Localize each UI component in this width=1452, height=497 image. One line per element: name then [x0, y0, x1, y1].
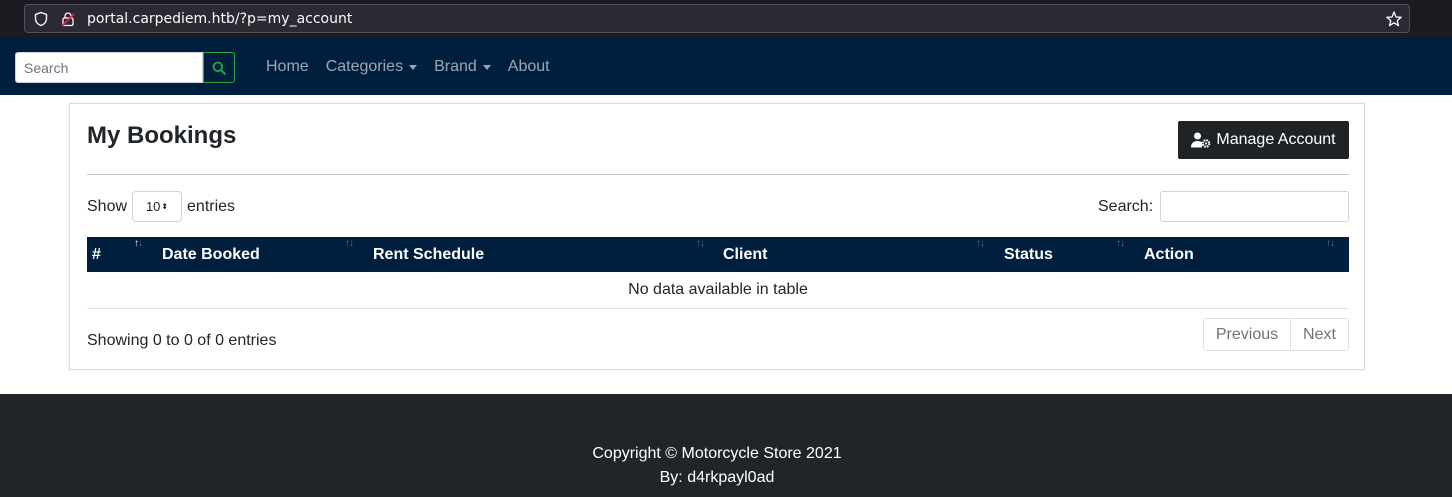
footer-author: By: d4rkpayl0ad	[659, 469, 775, 486]
pagination: Previous Next	[1203, 318, 1349, 351]
browser-toolbar: portal.carpediem.htb/?p=my_account	[0, 0, 1452, 38]
empty-table-row: No data available in table	[87, 272, 1349, 309]
search-icon	[212, 61, 226, 75]
column-header-rent-schedule[interactable]: Rent Schedule	[373, 237, 723, 272]
entries-label: entries	[187, 197, 236, 215]
table-info: Showing 0 to 0 of 0 entries	[87, 332, 277, 349]
sort-arrows-icon: ↑↓	[696, 238, 705, 249]
manage-account-button[interactable]: Manage Account	[1178, 121, 1349, 159]
show-label: Show	[87, 197, 128, 215]
page-length-select[interactable]: 10 ⬍	[132, 191, 183, 222]
column-header-date-booked[interactable]: Date Booked	[162, 237, 372, 272]
table-search-label: Search:	[1098, 197, 1154, 215]
column-header-client[interactable]: Client	[723, 237, 1003, 272]
sort-arrows-icon: ↑↓	[134, 238, 143, 249]
nav-categories-dropdown[interactable]: Categories	[326, 58, 418, 76]
bookmark-star-icon[interactable]	[1385, 10, 1403, 28]
nav-about[interactable]: About	[508, 58, 550, 76]
nav-brand-dropdown[interactable]: Brand	[434, 58, 491, 76]
table-header: # ↑↓ Date Booked ↑↓ Rent Schedule ↑↓ Cli…	[87, 237, 1349, 272]
select-arrows-icon: ⬍	[161, 202, 169, 211]
sort-arrows-icon: ↑↓	[976, 238, 985, 249]
top-navbar: Home Categories Brand About	[0, 38, 1452, 95]
page-footer: Copyright © Motorcycle Store 2021 By: d4…	[0, 394, 1452, 497]
column-header-action[interactable]: Action	[1144, 237, 1349, 272]
next-page-button[interactable]: Next	[1291, 318, 1349, 351]
user-cog-icon	[1191, 132, 1211, 148]
shield-icon[interactable]	[33, 11, 49, 27]
nav-home[interactable]: Home	[266, 58, 309, 76]
site-search-input[interactable]	[15, 52, 203, 83]
length-control: Show 10 ⬍ entries	[87, 191, 235, 222]
previous-page-button[interactable]: Previous	[1203, 318, 1291, 351]
caret-down-icon	[409, 64, 418, 70]
footer-copyright: Copyright © Motorcycle Store 2021	[592, 445, 842, 462]
caret-down-icon	[482, 64, 491, 70]
column-header-number[interactable]: #	[92, 237, 162, 272]
sort-arrows-icon: ↑↓	[1326, 238, 1335, 249]
table-filter: Search:	[1098, 191, 1350, 222]
bookings-card: My Bookings Manage Account Show 10 ⬍ entr…	[69, 103, 1365, 370]
page-title: My Bookings	[87, 122, 237, 149]
card-divider	[87, 174, 1349, 175]
nav-links: Home Categories Brand About	[266, 58, 567, 76]
sort-arrows-icon: ↑↓	[345, 238, 354, 249]
sort-arrows-icon: ↑↓	[1116, 238, 1125, 249]
url-text[interactable]: portal.carpediem.htb/?p=my_account	[87, 11, 352, 27]
insecure-lock-icon[interactable]	[60, 11, 76, 27]
address-bar[interactable]: portal.carpediem.htb/?p=my_account	[24, 4, 1410, 33]
table-search-input[interactable]	[1160, 191, 1350, 222]
site-search-button[interactable]	[203, 52, 235, 83]
